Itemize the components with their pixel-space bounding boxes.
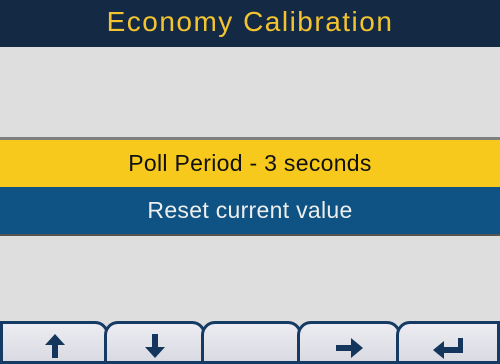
arrow-down-icon: [145, 334, 165, 358]
softkey-up-button[interactable]: [0, 321, 109, 364]
softkey-bar: [0, 321, 500, 364]
lcd-screen: Economy Calibration Poll Period - 3 seco…: [0, 0, 500, 364]
softkey-return-button[interactable]: [396, 321, 500, 364]
menu-divider: [0, 234, 500, 236]
arrow-up-icon: [44, 334, 65, 358]
softkey-down-button[interactable]: [104, 321, 206, 364]
title-bar: Economy Calibration: [0, 0, 500, 47]
softkey-right-button[interactable]: [297, 321, 401, 364]
arrow-right-icon: [336, 338, 363, 358]
softkey-blank-button[interactable]: [201, 321, 302, 364]
return-arrow-icon: [433, 338, 463, 359]
menu-item-reset-current-value[interactable]: Reset current value: [0, 187, 500, 234]
page-title: Economy Calibration: [106, 5, 394, 37]
menu-list: Poll Period - 3 seconds Reset current va…: [0, 137, 500, 236]
menu-item-poll-period[interactable]: Poll Period - 3 seconds: [0, 140, 500, 187]
